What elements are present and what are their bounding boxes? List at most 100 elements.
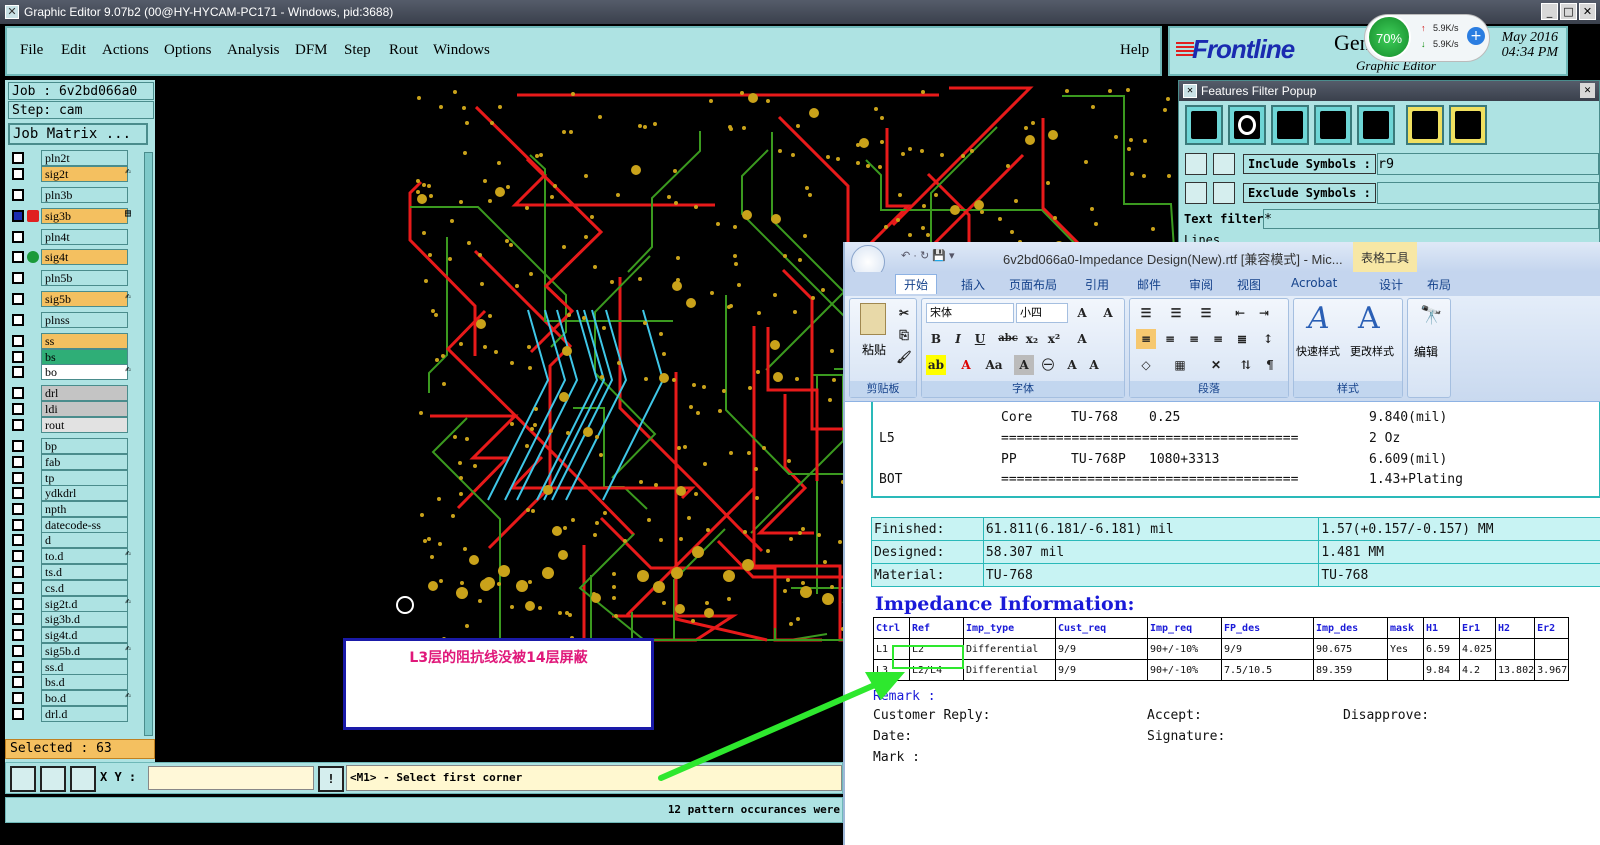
layer-row-pln3b[interactable]: pln3b [8,187,143,203]
quick-access-toolbar[interactable]: ↶ · ↻ 💾 ▾ [901,249,955,262]
pad-symbol-icon[interactable] [1228,105,1266,145]
layer-row-sig3b.d[interactable]: sig3b.d [8,611,143,627]
layer-name[interactable]: bs.d [41,674,128,690]
copy-icon[interactable]: ⎘ [894,325,914,345]
layer-row-sig3b[interactable]: sig3b ▤ [8,208,143,224]
layer-row-sig2t[interactable]: sig2t ✍ [8,166,143,182]
layer-row-bo[interactable]: bo ✍ [8,364,143,380]
include-clear-icon[interactable] [1213,153,1235,175]
layer-row-bs[interactable]: bs [8,349,143,365]
arc-symbol-icon[interactable] [1314,105,1352,145]
menu-step[interactable]: Step [344,42,371,59]
layer-checkbox[interactable] [12,314,24,326]
layer-checkbox[interactable] [12,708,24,720]
layer-checkbox[interactable] [12,566,24,578]
layer-name[interactable]: ldi [41,401,128,417]
font-name-select[interactable]: 宋体 [926,303,1014,323]
layer-checkbox[interactable] [12,692,24,704]
layer-checkbox[interactable] [12,645,24,657]
layer-name[interactable]: to.d [41,548,128,564]
enclose-char-icon[interactable]: ㊀ [1038,355,1058,375]
layer-checkbox[interactable] [12,335,24,347]
layer-checkbox[interactable] [12,582,24,594]
bold-icon[interactable]: B [926,329,946,349]
layer-row-datecode-ss[interactable]: datecode-ss [8,517,143,533]
layer-checkbox[interactable] [12,676,24,688]
layer-row-to.d[interactable]: to.d ✍ [8,548,143,564]
char-border-icon[interactable]: A [1098,303,1118,323]
menu-rout[interactable]: Rout [389,42,418,59]
underline-icon[interactable]: U [970,329,990,349]
ribbon-tab-9[interactable]: 布局 [1427,276,1451,293]
layer-row-d[interactable]: d [8,532,143,548]
layer-name[interactable]: tp [41,470,128,486]
layer-name[interactable]: fab [41,454,128,470]
add-icon[interactable]: + [1467,27,1485,45]
sort-icon[interactable]: ⇅ [1236,355,1256,375]
layer-checkbox[interactable] [12,189,24,201]
edit-button[interactable]: 编辑 [1414,343,1438,360]
menu-options[interactable]: Options [164,42,212,59]
line-symbol-icon[interactable] [1185,105,1223,145]
layer-name[interactable]: drl.d [41,706,128,722]
layer-row-ldi[interactable]: ldi [8,401,143,417]
grid-icon[interactable] [70,766,96,792]
layer-name[interactable]: drl [41,385,128,401]
layer-row-rout[interactable]: rout [8,417,143,433]
job-matrix-button[interactable]: Job Matrix ... [8,123,148,145]
distributed-icon[interactable]: ≣ [1232,329,1252,349]
layer-checkbox[interactable] [12,519,24,531]
ribbon-tab-2[interactable]: 页面布局 [1009,276,1057,293]
maximize-button[interactable]: □ [1560,3,1577,20]
multilevel-list-icon[interactable]: ☰ [1196,303,1216,323]
layer-checkbox[interactable] [12,550,24,562]
superscript-icon[interactable]: x² [1044,329,1064,349]
layer-checkbox[interactable] [12,456,24,468]
layer-name[interactable]: sig4t.d [41,627,128,643]
menu-file[interactable]: File [20,42,43,59]
layer-row-sig4t[interactable]: sig4t [8,249,143,265]
layer-name[interactable]: sig3b.d [41,611,128,627]
add-filter-icon[interactable] [1406,105,1444,145]
layer-name[interactable]: bo.d [41,690,128,706]
layer-name[interactable]: datecode-ss [41,517,128,533]
shrink-font-icon[interactable]: A [1084,355,1104,375]
clear-format-icon[interactable]: A [1072,329,1092,349]
text-filter-input[interactable] [1263,209,1599,229]
shading-icon[interactable]: ◇ [1136,355,1156,375]
strikethrough-icon[interactable]: abc [998,329,1018,349]
layer-scrollbar[interactable] [144,152,153,736]
font-size-select[interactable]: 小四 [1016,303,1068,323]
network-monitor-widget[interactable]: 70% ↑ 5.9K/s ↓ 5.9K/s + [1364,14,1490,62]
exclude-clear-icon[interactable] [1213,182,1235,204]
layer-name[interactable]: sig2t [41,166,128,182]
format-painter-icon[interactable]: 🖌 [894,347,914,367]
layer-checkbox[interactable] [12,272,24,284]
line-spacing-icon[interactable]: ↕ [1258,329,1278,349]
layer-checkbox[interactable] [12,366,24,378]
layer-name[interactable]: ts.d [41,564,128,580]
layer-name[interactable]: d [41,532,128,548]
char-shading-icon[interactable]: A [1014,355,1034,375]
ribbon-tab-1[interactable]: 插入 [961,276,985,293]
menu-actions[interactable]: Actions [102,42,149,59]
quick-style-icon[interactable]: A [1308,301,1330,336]
layer-checkbox[interactable] [12,351,24,363]
layer-name[interactable]: bp [41,438,128,454]
ribbon-tab-6[interactable]: 视图 [1237,276,1261,293]
layer-row-sig4t.d[interactable]: sig4t.d [8,627,143,643]
remove-filter-icon[interactable] [1449,105,1487,145]
bullets-icon[interactable]: ☰ [1136,303,1156,323]
layer-row-npth[interactable]: npth [8,501,143,517]
grow-font-icon[interactable]: A [1062,355,1082,375]
layer-row-sig5b[interactable]: sig5b ✍ [8,291,143,307]
menu-analysis[interactable]: Analysis [227,42,280,59]
layer-checkbox[interactable] [12,403,24,415]
layer-checkbox[interactable] [12,503,24,515]
menu-dfm[interactable]: DFM [295,42,328,59]
layer-row-bs.d[interactable]: bs.d [8,674,143,690]
layer-name[interactable]: sig4t [41,249,128,265]
quick-style-button[interactable]: 快速样式 [1296,343,1340,359]
layer-checkbox[interactable] [12,661,24,673]
ribbon-tab-5[interactable]: 审阅 [1189,276,1213,293]
